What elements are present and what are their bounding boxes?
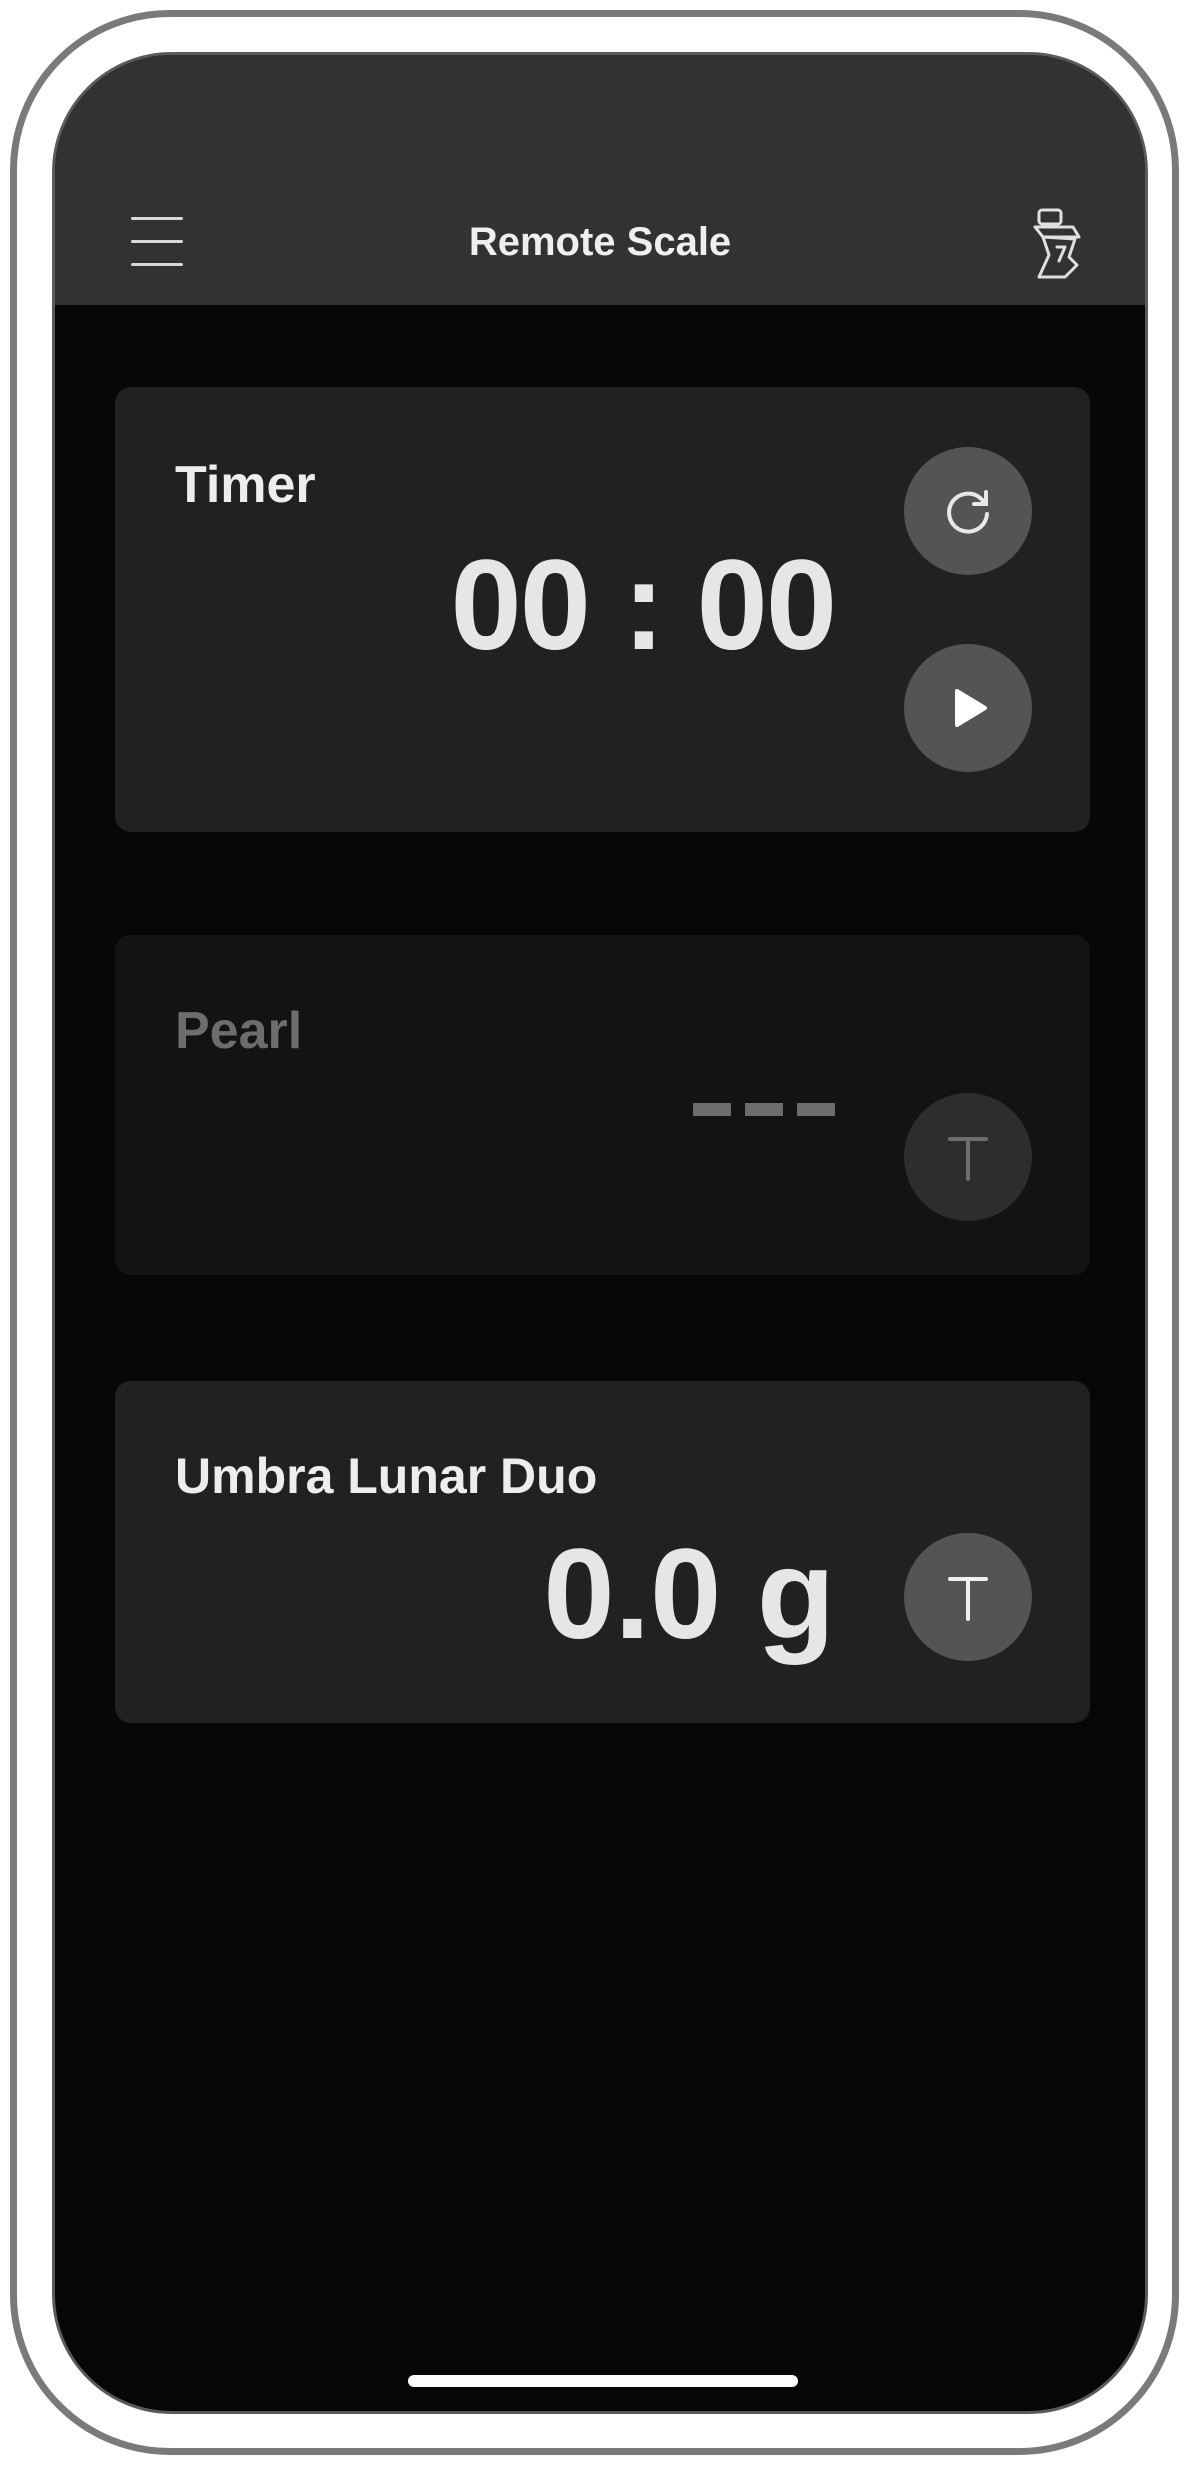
umbra-scale-card: Umbra Lunar Duo 0.0 g — [115, 1381, 1090, 1723]
reset-button[interactable] — [904, 447, 1032, 575]
home-indicator[interactable] — [408, 2375, 798, 2387]
umbra-title: Umbra Lunar Duo — [175, 1448, 598, 1504]
pearl-weight-placeholder — [693, 1103, 835, 1116]
timer-display: 00 : 00 — [450, 534, 837, 677]
pearl-title: Pearl — [175, 1002, 303, 1060]
umbra-weight-display: 0.0 g — [543, 1523, 835, 1666]
page-title: Remote Scale — [468, 220, 732, 264]
top-navbar: Remote Scale — [55, 55, 1145, 305]
play-icon — [955, 689, 987, 727]
app-screen: Remote Scale Timer 00 : 00 Pearl Umbra L… — [52, 52, 1148, 2414]
timer-title: Timer — [175, 456, 316, 514]
pearl-tare-button[interactable] — [904, 1093, 1032, 1221]
play-button[interactable] — [904, 644, 1032, 772]
pearl-scale-card: Pearl — [115, 935, 1090, 1275]
tare-icon — [948, 1137, 988, 1181]
timer-card: Timer 00 : 00 — [115, 387, 1090, 832]
refresh-icon — [947, 490, 989, 534]
umbra-tare-button[interactable] — [904, 1533, 1032, 1661]
grinder-icon[interactable] — [1029, 207, 1085, 281]
tare-icon — [948, 1577, 988, 1621]
